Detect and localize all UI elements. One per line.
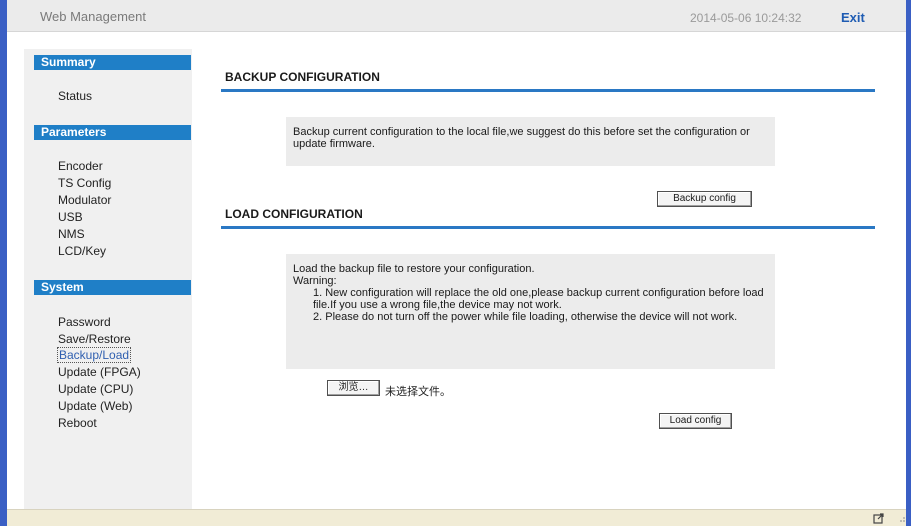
load-section-rule [221,226,875,229]
sidebar-header-system: System [34,280,191,295]
window-frame-right [906,0,911,526]
status-bar [7,509,906,526]
app-title: Web Management [40,9,146,24]
sidebar-header-parameters: Parameters [34,125,191,140]
sidebar: Summary Status Parameters Encoder TS Con… [24,49,192,509]
sidebar-item-update-web[interactable]: Update (Web) [58,399,132,413]
sidebar-item-update-fpga[interactable]: Update (FPGA) [58,365,141,379]
sidebar-item-nms[interactable]: NMS [58,227,85,241]
sidebar-header-summary: Summary [34,55,191,70]
sidebar-item-save-restore[interactable]: Save/Restore [58,332,131,346]
warning-item-1: 1. New configuration will replace the ol… [313,287,764,311]
sidebar-item-modulator[interactable]: Modulator [58,193,111,207]
backup-config-button[interactable]: Backup config [657,191,752,207]
warning-item-2: 2. Please do not turn off the power whil… [313,311,738,323]
backup-info-box: Backup current configuration to the loca… [286,117,775,166]
warning-label: Warning: [293,275,337,287]
sidebar-item-ts-config[interactable]: TS Config [58,176,111,190]
sidebar-item-lcd-key[interactable]: LCD/Key [58,244,106,258]
backup-section-title: BACKUP CONFIGURATION [225,70,380,84]
datetime: 2014-05-06 10:24:32 [690,11,802,25]
load-description: Load the backup file to restore your con… [293,263,535,275]
resize-grip-icon[interactable] [896,513,906,523]
sidebar-item-encoder[interactable]: Encoder [58,159,103,173]
sidebar-item-update-cpu[interactable]: Update (CPU) [58,382,133,396]
share-icon[interactable] [873,512,885,524]
sidebar-item-backup-load[interactable]: Backup/Load [56,347,132,363]
browse-file-button[interactable]: 浏览… [327,380,380,396]
sidebar-item-reboot[interactable]: Reboot [58,416,97,430]
load-config-button[interactable]: Load config [659,413,732,429]
window-frame-left [0,0,7,526]
sidebar-item-usb[interactable]: USB [58,210,83,224]
backup-description: Backup current configuration to the loca… [293,126,750,150]
exit-link[interactable]: Exit [841,10,865,25]
file-status-text: 未选择文件。 [385,386,451,398]
sidebar-item-password[interactable]: Password [58,315,111,329]
backup-section-rule [221,89,875,92]
load-info-box: Load the backup file to restore your con… [286,254,775,369]
load-section-title: LOAD CONFIGURATION [225,207,363,221]
top-bar: Web Management 2014-05-06 10:24:32 Exit [7,0,906,32]
sidebar-item-status[interactable]: Status [58,89,92,103]
